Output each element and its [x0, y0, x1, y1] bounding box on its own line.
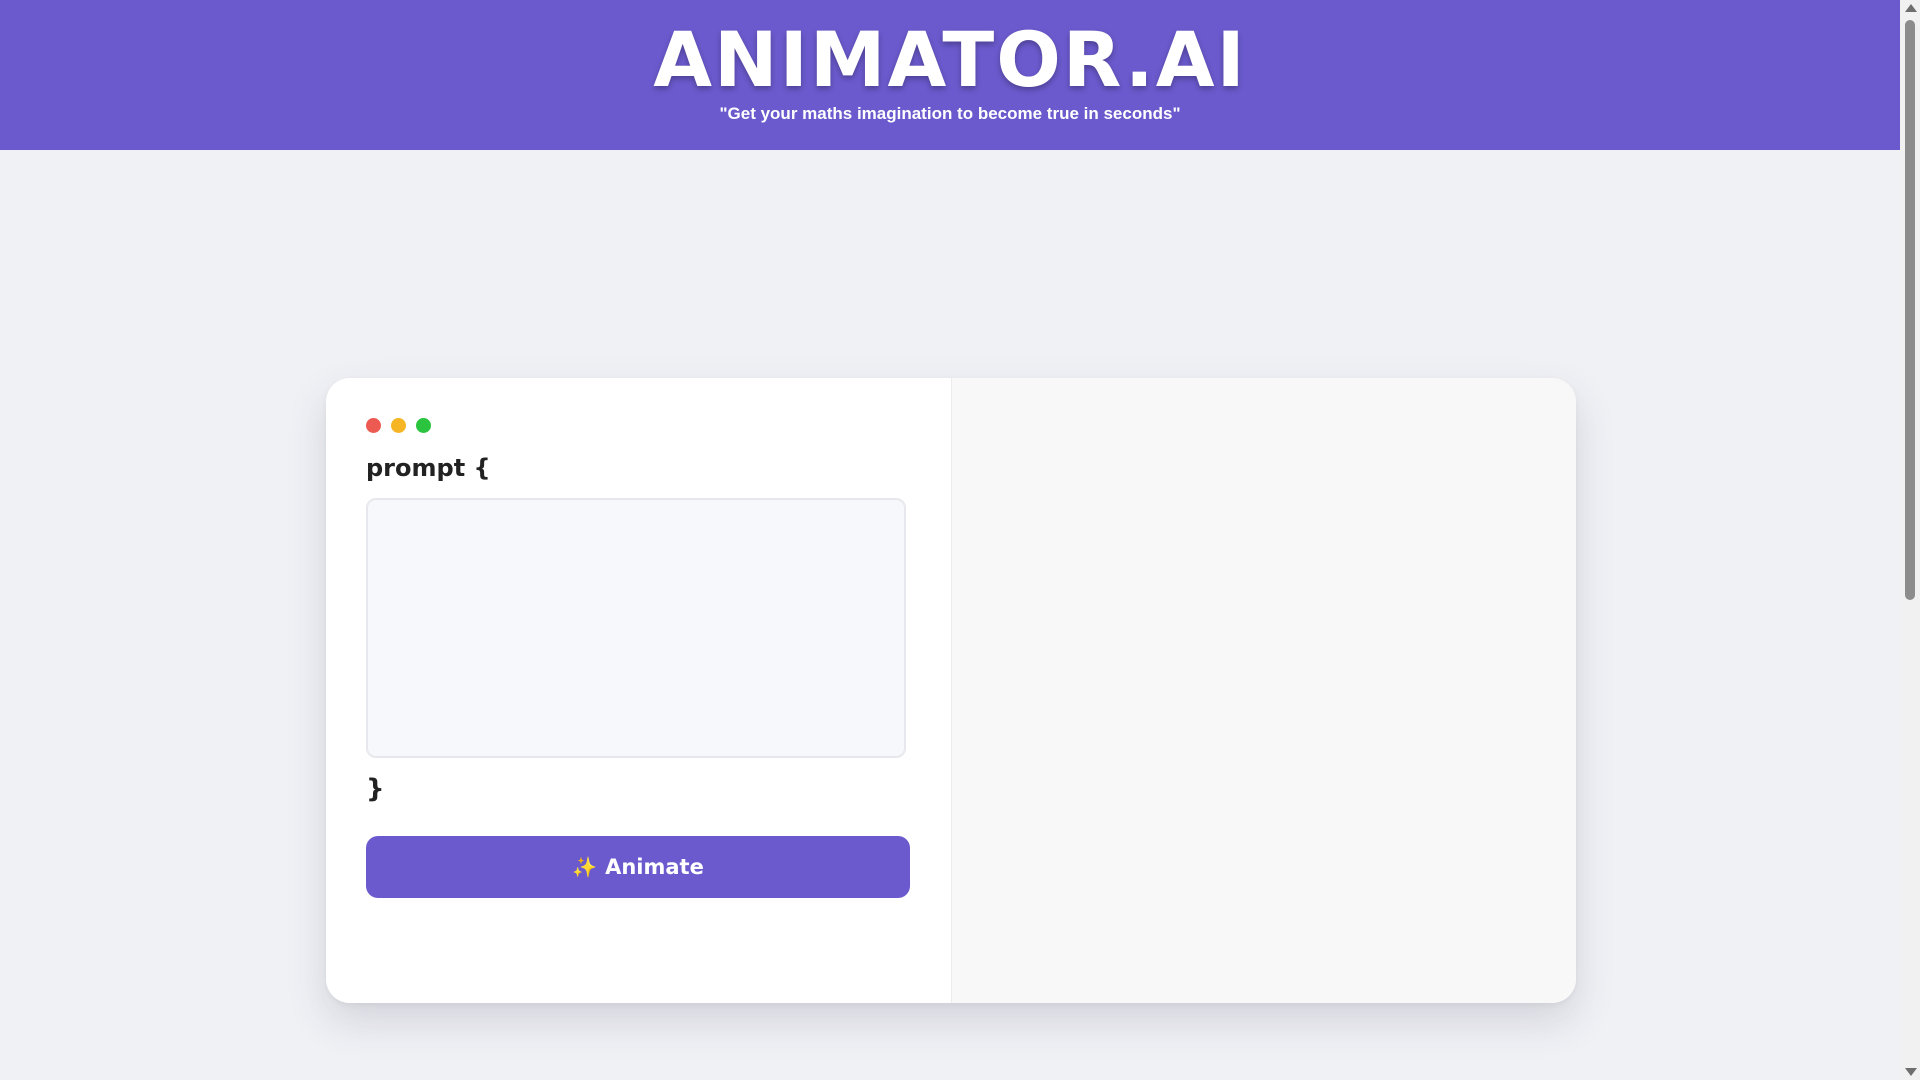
close-dot-icon — [366, 418, 381, 433]
scroll-up-arrow-icon[interactable] — [1905, 4, 1917, 12]
animate-button-label: Animate — [605, 855, 704, 879]
prompt-open-label: prompt { — [366, 454, 491, 482]
scroll-thumb[interactable] — [1905, 20, 1915, 600]
minimize-dot-icon — [391, 418, 406, 433]
tagline: "Get your maths imagination to become tr… — [719, 104, 1181, 123]
editor-card: prompt { } ✨ Animate — [326, 378, 1576, 1003]
page: ANIMATOR.AI "Get your maths imagination … — [0, 0, 1920, 1080]
prompt-input[interactable] — [366, 498, 906, 758]
preview-panel — [951, 378, 1576, 1003]
brand-title: ANIMATOR.AI — [653, 15, 1247, 104]
prompt-close-label: } — [366, 774, 385, 804]
prompt-panel: prompt { } ✨ Animate — [326, 378, 951, 1003]
sparkles-icon: ✨ — [572, 855, 598, 879]
animate-button[interactable]: ✨ Animate — [366, 836, 910, 898]
window-controls — [366, 418, 441, 434]
scroll-down-arrow-icon[interactable] — [1905, 1068, 1917, 1076]
vertical-scrollbar[interactable] — [1900, 0, 1920, 1080]
maximize-dot-icon — [416, 418, 431, 433]
site-header: ANIMATOR.AI "Get your maths imagination … — [0, 0, 1900, 150]
